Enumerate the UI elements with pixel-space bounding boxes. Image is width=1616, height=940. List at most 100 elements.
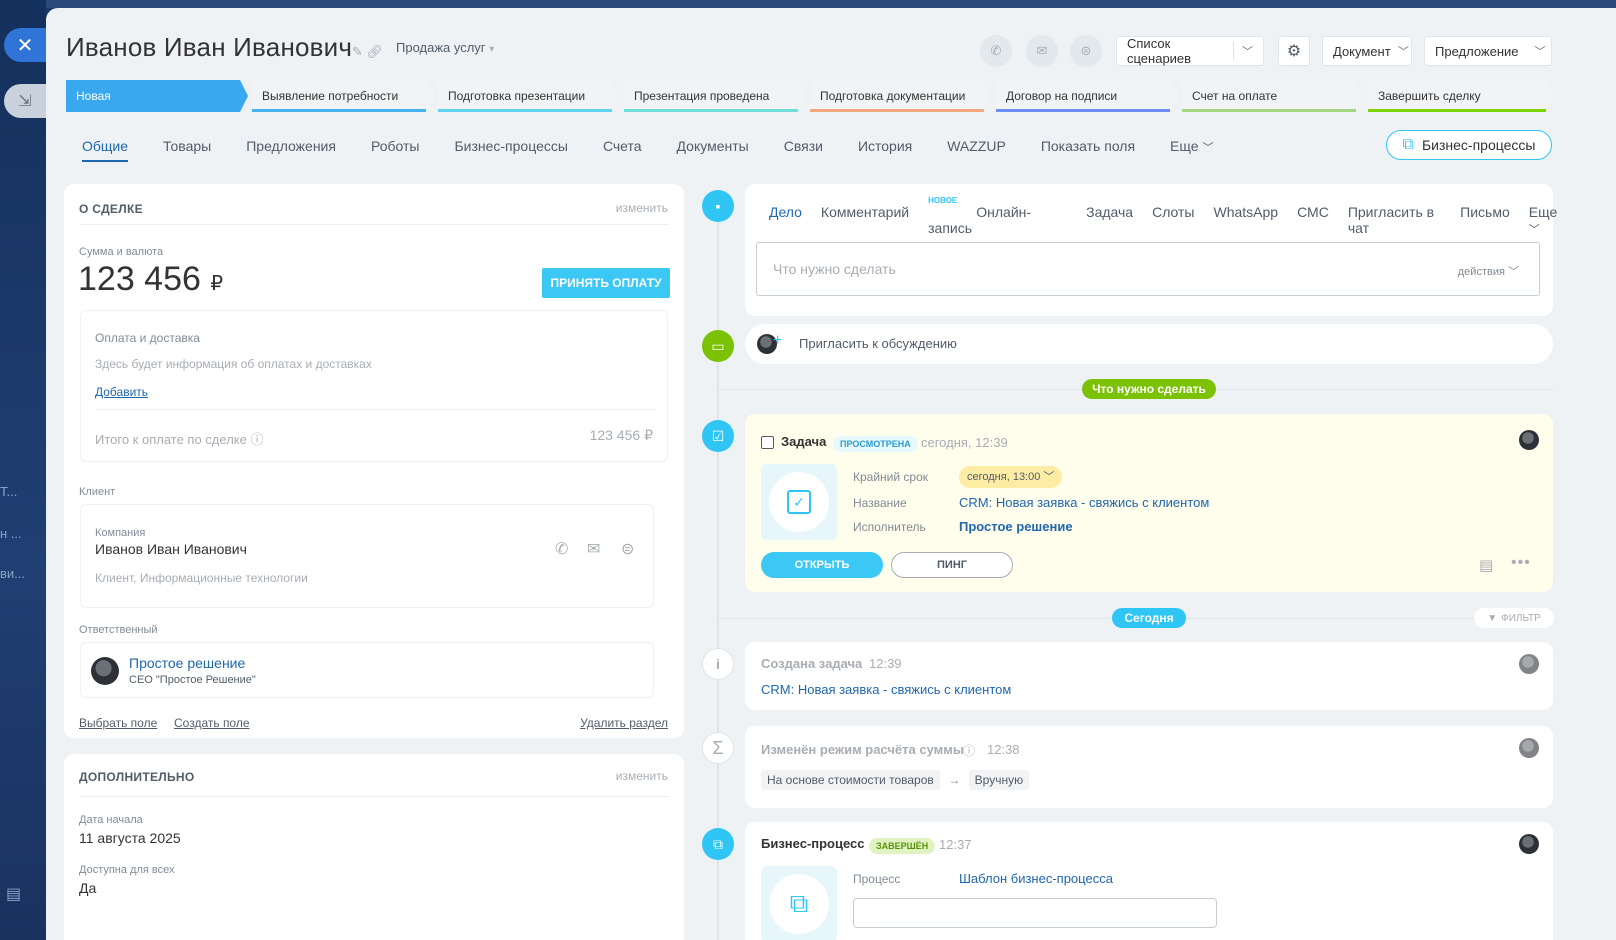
note-icon[interactable]: ▤ bbox=[1479, 556, 1493, 574]
strip-fragment: Т... bbox=[0, 484, 18, 499]
chat-icon[interactable]: ⊜ bbox=[621, 539, 634, 559]
business-process-icon: ⧉ bbox=[702, 828, 734, 860]
open-task-button[interactable]: ОТКРЫТЬ bbox=[761, 552, 883, 578]
stage-label: Выявление потребности bbox=[262, 89, 399, 103]
stage-item[interactable]: Новая bbox=[66, 80, 248, 112]
close-icon[interactable]: ✕ bbox=[4, 28, 46, 62]
sum-to-chip: Вручную bbox=[968, 770, 1030, 790]
actions-label: действия bbox=[1457, 266, 1505, 278]
stage-item[interactable]: Счет на оплате bbox=[1182, 80, 1364, 112]
task-checkbox[interactable] bbox=[761, 436, 774, 449]
info-icon: i bbox=[702, 648, 734, 680]
divider bbox=[79, 224, 669, 225]
process-link[interactable]: Шаблон бизнес-процесса bbox=[959, 871, 1113, 886]
composer-tab-more-label: Еще bbox=[1528, 204, 1558, 220]
tab-business-processes[interactable]: Бизнес-процессы bbox=[454, 136, 567, 166]
tab-offers[interactable]: Предложения bbox=[246, 136, 336, 166]
more-icon[interactable]: ••• bbox=[1511, 554, 1531, 572]
chat-icon[interactable]: ⊜ bbox=[1070, 35, 1102, 67]
stage-item[interactable]: Договор на подписи bbox=[996, 80, 1178, 112]
company-name[interactable]: Иванов Иван Иванович bbox=[95, 541, 247, 557]
activity-input[interactable]: Что нужно сделать действия ﹀ bbox=[756, 242, 1540, 296]
stage-item[interactable]: Презентация проведена bbox=[624, 80, 806, 112]
tab-products[interactable]: Товары bbox=[163, 136, 211, 166]
tab-history[interactable]: История bbox=[858, 136, 912, 166]
tab-show-fields[interactable]: Показать поля bbox=[1041, 136, 1135, 166]
composer-tab-invite-chat[interactable]: Пригласить в чат bbox=[1348, 204, 1441, 237]
chevron-down-icon: ﹀ bbox=[1397, 46, 1409, 58]
event-link[interactable]: CRM: Новая заявка - свяжись с клиентом bbox=[761, 682, 1011, 697]
phone-icon[interactable]: ✆ bbox=[980, 35, 1012, 67]
stage-item[interactable]: Подготовка документации bbox=[810, 80, 992, 112]
phone-icon[interactable]: ✆ bbox=[555, 539, 568, 559]
tab-relations[interactable]: Связи bbox=[784, 136, 823, 166]
tab-documents[interactable]: Документы bbox=[677, 136, 749, 166]
tab-wazzup[interactable]: WAZZUP bbox=[947, 136, 1006, 166]
composer-tab-booking[interactable]: НОВОЕОнлайн-запись bbox=[928, 196, 1067, 237]
composer-tab-whatsapp[interactable]: WhatsApp bbox=[1214, 204, 1279, 237]
mail-icon[interactable]: ✉ bbox=[587, 539, 600, 559]
sum-change: На основе стоимости товаров → Вручную bbox=[761, 770, 1030, 790]
select-field-link[interactable]: Выбрать поле bbox=[79, 716, 157, 730]
mail-icon[interactable]: ✉ bbox=[1026, 35, 1058, 67]
composer-tab-activity[interactable]: Дело bbox=[769, 204, 802, 245]
composer-tab-slots[interactable]: Слоты bbox=[1152, 204, 1194, 237]
activity-placeholder: Что нужно сделать bbox=[773, 261, 896, 277]
ping-button[interactable]: ПИНГ bbox=[891, 552, 1013, 578]
sum-from-chip: На основе стоимости товаров bbox=[761, 770, 940, 790]
process-field[interactable] bbox=[853, 898, 1217, 928]
composer-tab-email[interactable]: Письмо bbox=[1460, 204, 1510, 237]
event-title: Бизнес-процесс bbox=[761, 836, 865, 851]
stage-item[interactable]: Завершить сделку bbox=[1368, 80, 1554, 112]
actions-dropdown[interactable]: действия ﹀ bbox=[1458, 263, 1519, 279]
accept-payment-button[interactable]: ПРИНЯТЬ ОПЛАТУ bbox=[542, 268, 670, 298]
help-icon[interactable]: ⓘ bbox=[250, 432, 263, 447]
task-card: Задача ПРОСМОТРЕНА сегодня, 12:39 ✓ Край… bbox=[745, 414, 1553, 592]
sum-value[interactable]: 123 456 ₽ bbox=[78, 260, 223, 299]
composer-tab-comment[interactable]: Комментарий bbox=[821, 204, 909, 237]
additional-edit-link[interactable]: изменить bbox=[616, 769, 668, 783]
filter-button[interactable]: ▼ ФИЛЬТР bbox=[1474, 608, 1554, 628]
start-date-value[interactable]: 11 августа 2025 bbox=[79, 830, 181, 846]
tab-robots[interactable]: Роботы bbox=[371, 136, 419, 166]
composer-tab-sms[interactable]: СМС bbox=[1297, 204, 1329, 237]
stage-label: Подготовка документации bbox=[820, 89, 966, 103]
minimize-icon[interactable]: ⇲ bbox=[4, 84, 46, 118]
task-icon: ☑ bbox=[702, 420, 734, 452]
executor-label: Исполнитель bbox=[853, 520, 926, 534]
tab-invoices[interactable]: Счета bbox=[603, 136, 642, 166]
document-button[interactable]: Документ ﹀ bbox=[1322, 36, 1412, 66]
delete-section-link[interactable]: Удалить раздел bbox=[580, 716, 668, 730]
about-edit-link[interactable]: изменить bbox=[616, 201, 668, 215]
task-name-link[interactable]: CRM: Новая заявка - свяжись с клиентом bbox=[959, 495, 1209, 510]
tab-general[interactable]: Общие bbox=[82, 136, 129, 166]
task-check-icon: ✓ bbox=[787, 490, 811, 514]
stage-label: Счет на оплате bbox=[1192, 89, 1278, 103]
printer-icon[interactable]: ▤ bbox=[6, 884, 21, 904]
scenario-list-button[interactable]: Список сценариев ﹀ bbox=[1116, 36, 1264, 66]
executor-link[interactable]: Простое решение bbox=[959, 519, 1073, 534]
event-time: 12:39 bbox=[869, 656, 902, 671]
today-pill: Сегодня bbox=[1112, 608, 1186, 628]
gear-icon[interactable]: ⚙ bbox=[1278, 36, 1310, 66]
comment-icon: ▭ bbox=[702, 330, 734, 362]
available-value[interactable]: Да bbox=[79, 880, 96, 896]
category-select[interactable]: Продажа услуг ▾ bbox=[396, 40, 494, 55]
tab-more[interactable]: Еще ﹀ bbox=[1170, 136, 1213, 166]
composer-tab-task[interactable]: Задача bbox=[1086, 204, 1133, 237]
invite-block[interactable]: + Пригласить к обсуждению bbox=[745, 324, 1553, 364]
edit-link-icons[interactable]: ✎ 🔗︎ bbox=[352, 44, 383, 60]
deadline-chip[interactable]: сегодня, 13:00 ﹀ bbox=[959, 466, 1063, 488]
create-field-link[interactable]: Создать поле bbox=[174, 716, 250, 730]
business-process-button[interactable]: ⧉ Бизнес-процессы bbox=[1386, 130, 1552, 160]
filter-icon: ▼ bbox=[1487, 612, 1498, 624]
responsible-name[interactable]: Простое решение bbox=[129, 655, 245, 671]
composer-tab-more[interactable]: Еще ﹀ bbox=[1529, 204, 1597, 237]
category-label: Продажа услуг bbox=[396, 40, 486, 55]
help-icon[interactable]: ⓘ bbox=[963, 742, 975, 759]
payment-add-link[interactable]: Добавить bbox=[95, 385, 148, 399]
offer-button[interactable]: Предложение ﹀ bbox=[1424, 36, 1552, 66]
deadline-label: Крайний срок bbox=[853, 470, 929, 484]
stage-item[interactable]: Выявление потребности bbox=[252, 80, 434, 112]
stage-item[interactable]: Подготовка презентации bbox=[438, 80, 620, 112]
